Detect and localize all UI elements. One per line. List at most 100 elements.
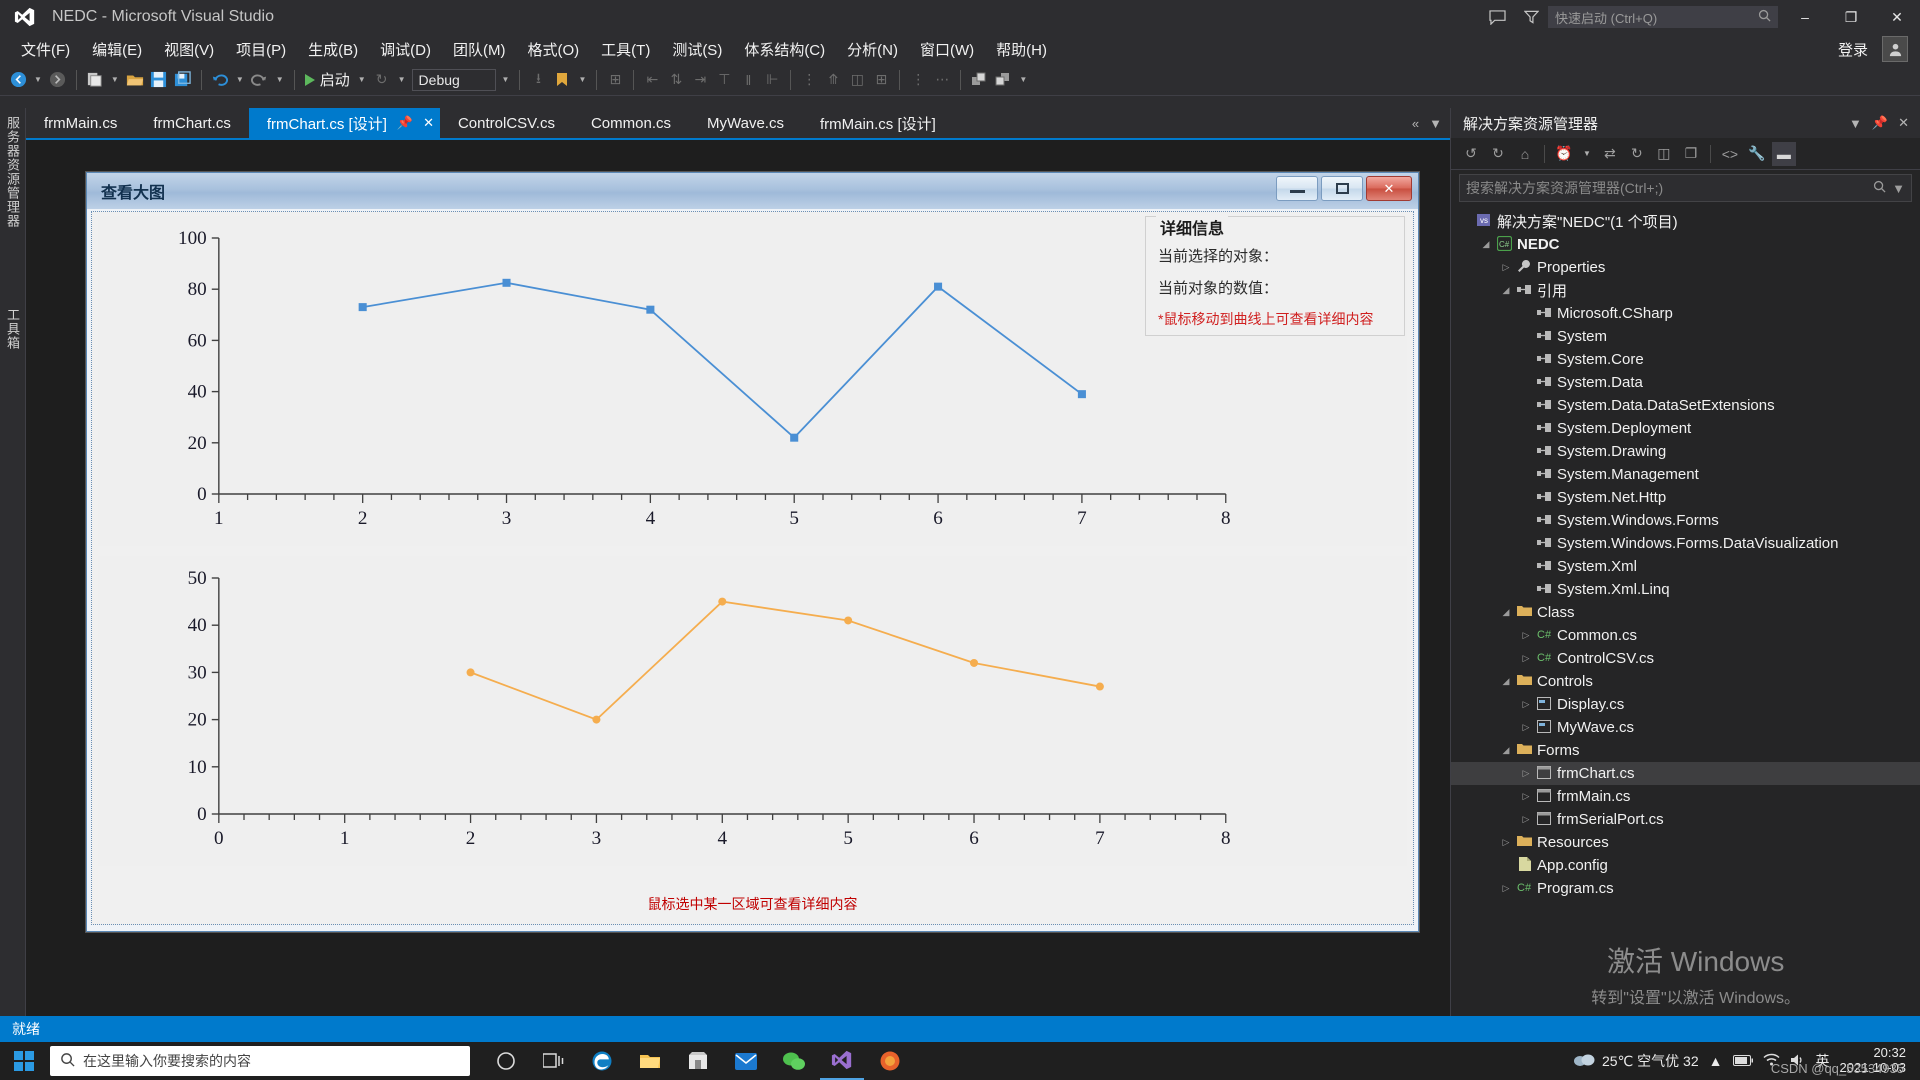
menu-debug[interactable]: 调试(D) [369, 35, 442, 64]
tree-node-app-config[interactable]: App.config [1451, 854, 1920, 877]
navigate-forward-icon[interactable] [46, 68, 70, 92]
visual-studio-icon[interactable] [820, 1042, 864, 1080]
menu-team[interactable]: 团队(M) [442, 35, 517, 64]
menu-window[interactable]: 窗口(W) [909, 35, 985, 64]
close-icon[interactable]: ✕ [423, 115, 434, 131]
refresh-icon[interactable]: ↻ [1625, 142, 1649, 166]
tree-node-system-net-http[interactable]: System.Net.Http [1451, 486, 1920, 509]
menu-view[interactable]: 视图(V) [153, 35, 225, 64]
expander-open-icon[interactable]: ◢ [1499, 285, 1513, 296]
align-middles-icon[interactable]: ‖ [736, 68, 760, 92]
expander-closed-icon[interactable]: ▷ [1499, 262, 1513, 273]
vertical-spacing-icon[interactable]: ⋯ [930, 68, 954, 92]
redo-dropdown-icon[interactable]: ▼ [272, 75, 288, 84]
tree-node-controls[interactable]: ◢ Controls [1451, 670, 1920, 693]
tree-node-resources[interactable]: ▷ Resources [1451, 831, 1920, 854]
horizontal-spacing-icon[interactable]: ⋮ [906, 68, 930, 92]
expander-closed-icon[interactable]: ▷ [1519, 791, 1533, 802]
collapse-all-icon[interactable]: ◫ [1652, 142, 1676, 166]
back-icon[interactable]: ↺ [1459, 142, 1483, 166]
navigate-back-icon[interactable] [6, 68, 30, 92]
sync-with-active-document-icon[interactable]: ⇄ [1598, 142, 1622, 166]
solution-explorer-search-input[interactable]: 搜索解决方案资源管理器(Ctrl+;) ▼ [1459, 174, 1912, 202]
new-project-dropdown-icon[interactable]: ▼ [107, 75, 123, 84]
server-explorer-tab[interactable]: 服务器资源管理器 [3, 116, 22, 228]
align-lefts-icon[interactable]: ⇤ [640, 68, 664, 92]
chart-form-minimize-button[interactable] [1276, 176, 1318, 201]
taskbar-search-input[interactable]: 在这里输入你要搜索的内容 [50, 1046, 470, 1076]
menu-edit[interactable]: 编辑(E) [81, 35, 153, 64]
battery-icon[interactable] [1732, 1053, 1753, 1069]
forward-icon[interactable]: ↻ [1486, 142, 1510, 166]
bring-to-front-icon[interactable] [967, 68, 991, 92]
tree-node-system-data[interactable]: System.Data [1451, 371, 1920, 394]
tree-node-frmchart-cs[interactable]: ▷ frmChart.cs [1451, 762, 1920, 785]
tree-node-system-core[interactable]: System.Core [1451, 348, 1920, 371]
align-tops-icon[interactable]: ⊤ [712, 68, 736, 92]
window-close-button[interactable]: ✕ [1874, 0, 1920, 34]
redo-icon[interactable] [248, 68, 272, 92]
expander-closed-icon[interactable]: ▷ [1519, 699, 1533, 710]
chart-form-maximize-button[interactable] [1321, 176, 1363, 201]
expander-open-icon[interactable]: ◢ [1499, 745, 1513, 756]
restart-icon[interactable]: ↻ [370, 68, 394, 92]
sign-in-button[interactable]: 登录 [1824, 39, 1882, 60]
firefox-icon[interactable] [868, 1042, 912, 1080]
tab-common-cs[interactable]: Common.cs [573, 108, 689, 138]
microsoft-store-icon[interactable] [676, 1042, 720, 1080]
view-code-icon[interactable]: <> [1718, 142, 1742, 166]
tree-node-system-windows-forms[interactable]: System.Windows.Forms [1451, 509, 1920, 532]
align-rights-icon[interactable]: ⇥ [688, 68, 712, 92]
bookmark-dropdown-icon[interactable]: ▼ [574, 75, 590, 84]
account-icon[interactable] [1882, 36, 1908, 62]
make-same-width-icon[interactable]: ⋮ [797, 68, 821, 92]
menu-architecture[interactable]: 体系结构(C) [733, 35, 836, 64]
tree-node-program-cs[interactable]: ▷ C# Program.cs [1451, 877, 1920, 900]
tree-node-system-xml-linq[interactable]: System.Xml.Linq [1451, 578, 1920, 601]
make-same-height-icon[interactable]: ⤊ [821, 68, 845, 92]
menu-tools[interactable]: 工具(T) [590, 35, 661, 64]
home-icon[interactable]: ⌂ [1513, 142, 1537, 166]
expander-open-icon[interactable]: ◢ [1479, 239, 1493, 250]
expander-closed-icon[interactable]: ▷ [1519, 630, 1533, 641]
close-icon[interactable]: ✕ [1893, 115, 1914, 131]
tree-node-[interactable]: ◢ 引用 [1451, 279, 1920, 302]
menu-format[interactable]: 格式(O) [516, 35, 590, 64]
feedback-icon[interactable] [1480, 0, 1514, 34]
size-to-grid-icon[interactable]: ⊞ [869, 68, 893, 92]
tree-node-frmserialport-cs[interactable]: ▷ frmSerialPort.cs [1451, 808, 1920, 831]
start-dropdown-icon[interactable]: ▼ [354, 75, 370, 84]
tab-mywave-cs[interactable]: MyWave.cs [689, 108, 802, 138]
tree-node-controlcsv-cs[interactable]: ▷ C# ControlCSV.cs [1451, 647, 1920, 670]
properties-icon[interactable]: 🔧 [1745, 142, 1769, 166]
bookmark-icon[interactable] [550, 68, 574, 92]
menu-analyze[interactable]: 分析(N) [836, 35, 909, 64]
window-restore-button[interactable]: ❐ [1828, 0, 1874, 34]
tree-node-common-cs[interactable]: ▷ C# Common.cs [1451, 624, 1920, 647]
undo-dropdown-icon[interactable]: ▼ [232, 75, 248, 84]
tree-node-system-deployment[interactable]: System.Deployment [1451, 417, 1920, 440]
tree-node-properties[interactable]: ▷ Properties [1451, 256, 1920, 279]
lower-chart[interactable]: 0 10 20 30 40 50 0 1 2 3 4 5 6 7 8 [98, 556, 1407, 866]
expander-closed-icon[interactable]: ▷ [1519, 653, 1533, 664]
expander-closed-icon[interactable]: ▷ [1499, 837, 1513, 848]
toolbar-overflow-icon[interactable]: ▼ [1015, 75, 1031, 84]
menu-test[interactable]: 测试(S) [661, 35, 733, 64]
tree-node-nedc[interactable]: ◢ C# NEDC [1451, 233, 1920, 256]
weather-widget[interactable]: 25℃ 空气优 32 [1573, 1051, 1699, 1071]
open-file-icon[interactable] [123, 68, 147, 92]
chevron-down-icon[interactable]: ▼ [1579, 149, 1595, 158]
align-to-grid-icon[interactable]: ⊞ [603, 68, 627, 92]
save-all-icon[interactable] [171, 68, 195, 92]
pin-icon[interactable]: 📌 [1867, 115, 1893, 131]
chevron-double-left-icon[interactable]: « [1412, 116, 1419, 131]
expander-open-icon[interactable]: ◢ [1499, 607, 1513, 618]
tree-node-forms[interactable]: ◢ Forms [1451, 739, 1920, 762]
chevron-down-icon[interactable]: ▼ [1886, 181, 1905, 196]
tree-node-class[interactable]: ◢ Class [1451, 601, 1920, 624]
tree-node-system-windows-forms-datavisualization[interactable]: System.Windows.Forms.DataVisualization [1451, 532, 1920, 555]
file-explorer-icon[interactable] [628, 1042, 672, 1080]
toolbox-tab[interactable]: 工具箱 [3, 308, 22, 350]
menu-file[interactable]: 文件(F) [10, 35, 81, 64]
cortana-icon[interactable] [484, 1042, 528, 1080]
